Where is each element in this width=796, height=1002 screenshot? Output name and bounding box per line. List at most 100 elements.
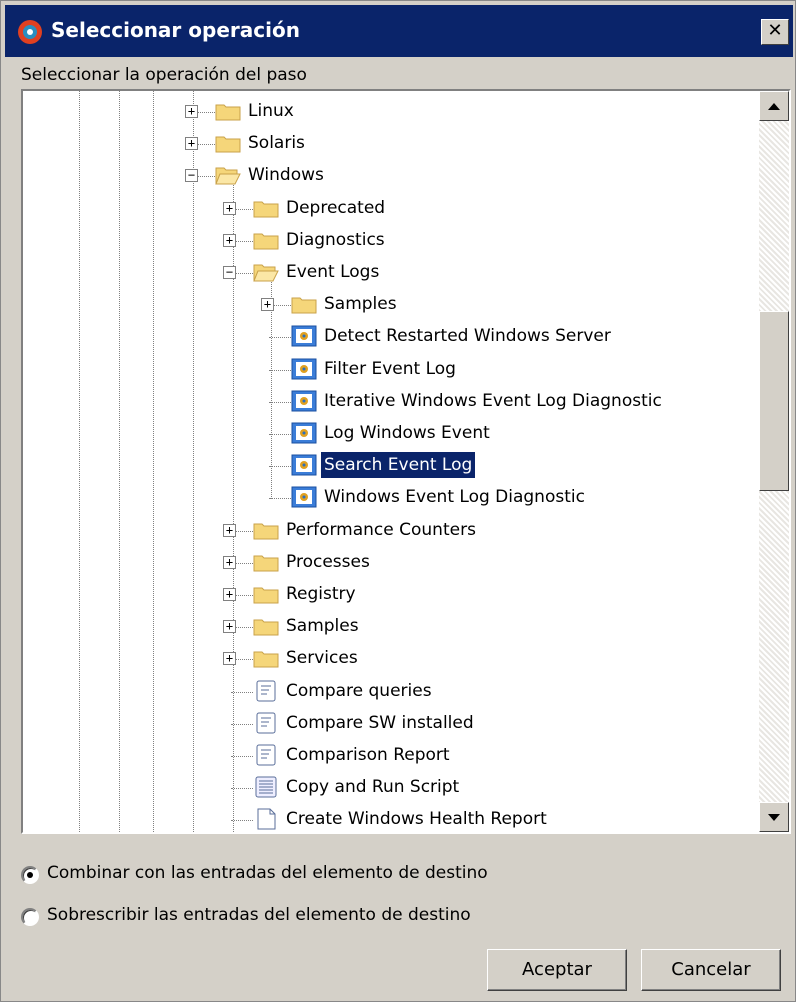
- title-bar[interactable]: Seleccionar operación ✕: [5, 5, 793, 57]
- tree-row[interactable]: Filter Event Log: [23, 355, 759, 385]
- operation-tree[interactable]: + Linux + Solaris − Windows + Deprecated + Diagno…: [21, 89, 791, 834]
- tree-row[interactable]: Windows Event Log Diagnostic: [23, 483, 759, 513]
- tree-item-label[interactable]: Compare queries: [283, 678, 435, 704]
- tree-item-label[interactable]: Log Windows Event: [321, 420, 493, 446]
- merge-label: Combinar con las entradas del elemento d…: [47, 863, 488, 883]
- script-icon: [253, 712, 279, 734]
- operation-icon: [291, 390, 317, 412]
- script-icon: [253, 680, 279, 702]
- overwrite-radio[interactable]: [21, 908, 39, 926]
- tree-row[interactable]: + Deprecated: [23, 194, 759, 224]
- tree-row[interactable]: Compare queries: [23, 677, 759, 707]
- tree-item-label[interactable]: Copy and Run Script: [283, 774, 462, 800]
- folder-closed-icon: [215, 132, 241, 154]
- operation-icon: [291, 325, 317, 347]
- tree-row[interactable]: Comparison Report: [23, 741, 759, 771]
- tree-item-label[interactable]: Comparison Report: [283, 742, 453, 768]
- operation-icon: [291, 422, 317, 444]
- expand-icon[interactable]: +: [223, 233, 236, 247]
- tree-row[interactable]: Detect Restarted Windows Server: [23, 322, 759, 352]
- dialog-title: Seleccionar operación: [51, 18, 300, 42]
- arrow-down-icon: [768, 814, 780, 821]
- folder-open-icon: [215, 164, 241, 186]
- folder-closed-icon: [215, 100, 241, 122]
- tree-row[interactable]: Compare SW installed: [23, 709, 759, 739]
- tree-row[interactable]: Log Windows Event: [23, 419, 759, 449]
- tree-row[interactable]: + Processes: [23, 548, 759, 578]
- tree-row[interactable]: − Event Logs: [23, 258, 759, 288]
- folder-closed-icon: [253, 229, 279, 251]
- arrow-up-icon: [768, 103, 780, 110]
- tree-row[interactable]: Search Event Log: [23, 451, 759, 481]
- expand-icon[interactable]: +: [223, 620, 236, 634]
- tree-row[interactable]: + Solaris: [23, 129, 759, 159]
- merge-radio[interactable]: [21, 866, 39, 884]
- tree-content: + Linux + Solaris − Windows + Deprecated + Diagno…: [23, 91, 759, 832]
- collapse-icon[interactable]: −: [185, 169, 198, 183]
- tree-row[interactable]: Create Windows Health Report: [23, 805, 759, 832]
- list-script-icon: [253, 776, 279, 798]
- scroll-down-button[interactable]: [759, 802, 789, 832]
- folder-closed-icon: [253, 615, 279, 637]
- collapse-icon[interactable]: −: [223, 266, 236, 279]
- tree-row[interactable]: Copy and Run Script: [23, 773, 759, 803]
- scroll-up-button[interactable]: [759, 91, 789, 121]
- tree-item-label[interactable]: Iterative Windows Event Log Diagnostic: [321, 388, 665, 414]
- folder-closed-icon: [253, 519, 279, 541]
- tree-item-label[interactable]: Create Windows Health Report: [283, 806, 550, 832]
- tree-row[interactable]: Iterative Windows Event Log Diagnostic: [23, 387, 759, 417]
- tree-item-label[interactable]: Windows Event Log Diagnostic: [321, 484, 588, 510]
- expand-icon[interactable]: +: [223, 588, 236, 601]
- tree-row[interactable]: + Services: [23, 644, 759, 674]
- accept-button[interactable]: Aceptar: [487, 949, 627, 991]
- folder-open-icon: [253, 261, 279, 283]
- tree-item-label[interactable]: Search Event Log: [319, 451, 477, 480]
- radio-dot: [27, 872, 33, 878]
- tree-row[interactable]: + Performance Counters: [23, 516, 759, 546]
- tree-row[interactable]: + Linux: [23, 97, 759, 127]
- app-logo-icon: [18, 20, 42, 44]
- vertical-scrollbar[interactable]: [759, 91, 789, 832]
- select-operation-dialog: Seleccionar operación ✕ Seleccionar la o…: [0, 0, 796, 1002]
- tree-item-label[interactable]: Registry: [283, 581, 359, 607]
- scrollbar-thumb[interactable]: [759, 311, 789, 491]
- tree-item-label[interactable]: Detect Restarted Windows Server: [321, 323, 614, 349]
- tree-item-label[interactable]: Linux: [245, 98, 297, 124]
- tree-row[interactable]: − Windows: [23, 161, 759, 191]
- tree-item-label[interactable]: Solaris: [245, 130, 308, 156]
- tree-item-label[interactable]: Event Logs: [283, 259, 382, 285]
- tree-row[interactable]: + Registry: [23, 580, 759, 610]
- expand-icon[interactable]: +: [223, 555, 236, 569]
- tree-item-label[interactable]: Processes: [283, 549, 373, 575]
- expand-icon[interactable]: +: [185, 137, 198, 151]
- tree-caption: Seleccionar la operación del paso: [21, 65, 307, 85]
- tree-item-label[interactable]: Filter Event Log: [321, 356, 459, 382]
- document-icon: [253, 808, 279, 830]
- folder-closed-icon: [253, 583, 279, 605]
- tree-row[interactable]: + Samples: [23, 290, 759, 320]
- cancel-button[interactable]: Cancelar: [641, 949, 781, 991]
- tree-item-label[interactable]: Diagnostics: [283, 227, 388, 253]
- close-button[interactable]: ✕: [761, 19, 789, 45]
- folder-closed-icon: [253, 551, 279, 573]
- overwrite-label: Sobrescribir las entradas del elemento d…: [47, 905, 471, 925]
- operation-icon: [291, 454, 317, 476]
- operation-icon: [291, 486, 317, 508]
- tree-item-label[interactable]: Compare SW installed: [283, 710, 477, 736]
- expand-icon[interactable]: +: [185, 105, 198, 118]
- folder-closed-icon: [253, 197, 279, 219]
- tree-item-label[interactable]: Deprecated: [283, 195, 388, 221]
- tree-item-label[interactable]: Services: [283, 645, 361, 671]
- tree-row[interactable]: + Samples: [23, 612, 759, 642]
- tree-item-label[interactable]: Windows: [245, 162, 327, 188]
- expand-icon[interactable]: +: [223, 523, 236, 537]
- tree-item-label[interactable]: Samples: [321, 291, 400, 317]
- tree-item-label[interactable]: Performance Counters: [283, 517, 479, 543]
- expand-icon[interactable]: +: [223, 652, 236, 666]
- expand-icon[interactable]: +: [261, 298, 274, 312]
- script-icon: [253, 744, 279, 766]
- folder-closed-icon: [291, 293, 317, 315]
- tree-item-label[interactable]: Samples: [283, 613, 362, 639]
- tree-row[interactable]: + Diagnostics: [23, 226, 759, 256]
- expand-icon[interactable]: +: [223, 201, 236, 215]
